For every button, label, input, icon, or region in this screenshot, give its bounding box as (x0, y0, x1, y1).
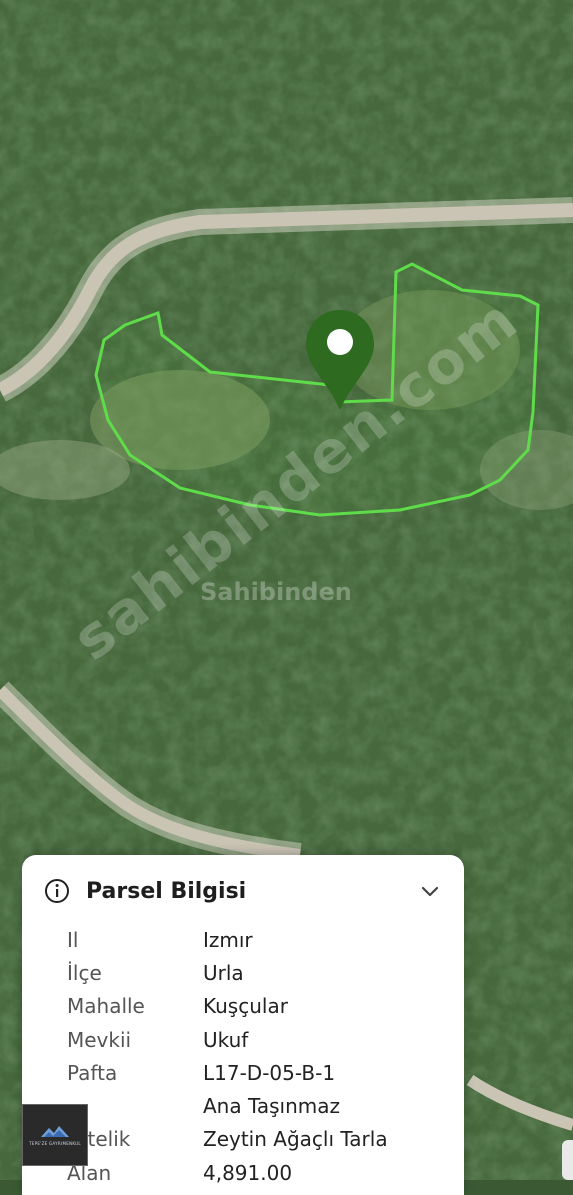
detail-key: Mahalle (67, 994, 145, 1019)
detail-row-ana-tasinmaz: Ana Taşınmaz (67, 1089, 454, 1122)
detail-row-pafta: Pafta L17-D-05-B-1 (67, 1056, 454, 1089)
corner-tab[interactable] (562, 1140, 573, 1180)
detail-value: Ukuf (203, 1027, 249, 1052)
map-pin-icon[interactable] (305, 308, 375, 412)
parcel-info-card: Parsel Bilgisi Il Izmır İlçe Urla Mahalle K… (22, 855, 464, 1195)
card-header[interactable]: Parsel Bilgisi (44, 875, 442, 907)
agency-logo: TEPE'ZE GAYRIMENKUL (22, 1104, 88, 1166)
detail-key: Il (67, 927, 79, 952)
detail-key: Pafta (67, 1060, 118, 1085)
detail-key: Mevkii (67, 1027, 132, 1052)
detail-row-mahalle: Mahalle Kuşçular (67, 990, 454, 1023)
detail-row-il: Il Izmır (67, 923, 454, 956)
detail-row-mevkii: Mevkii Ukuf (67, 1023, 454, 1056)
detail-value: Kuşçular (203, 994, 288, 1019)
detail-value: Urla (203, 960, 244, 985)
detail-key: İlçe (67, 960, 102, 985)
watermark-small: Sahibinden (200, 578, 352, 606)
info-icon (45, 879, 69, 903)
mountain-logo-icon (41, 1126, 69, 1137)
parcel-details: Il Izmır İlçe Urla Mahalle Kuşçular Mevkii U… (67, 923, 454, 1189)
chevron-down-icon[interactable] (418, 879, 442, 903)
agency-logo-text: TEPE'ZE GAYRIMENKUL (29, 1141, 81, 1146)
detail-value: Zeytin Ağaçlı Tarla (203, 1127, 388, 1152)
detail-value: Izmır (203, 927, 253, 952)
detail-row-alan: Alan 4,891.00 (67, 1156, 454, 1189)
detail-value: L17-D-05-B-1 (203, 1060, 336, 1085)
detail-row-nitelik: Nitelik Zeytin Ağaçlı Tarla (67, 1123, 454, 1156)
detail-value: Ana Taşınmaz (203, 1094, 341, 1119)
detail-row-ilce: İlçe Urla (67, 956, 454, 989)
card-title: Parsel Bilgisi (86, 878, 247, 904)
detail-value: 4,891.00 (203, 1160, 293, 1185)
